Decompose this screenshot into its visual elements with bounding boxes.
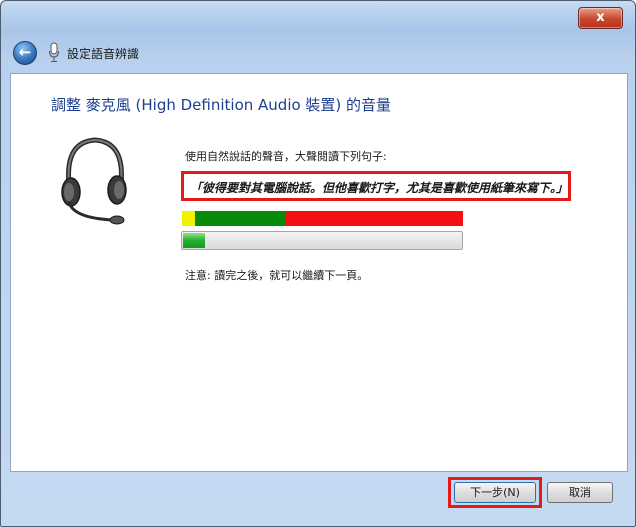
back-arrow-icon: ← (18, 43, 32, 61)
level-meter (182, 211, 463, 226)
sample-sentence: 「彼得要對其電腦說話。但他喜歡打字，尤其是喜歡使用紙筆來寫下。」 (190, 181, 569, 195)
volume-progress-bar (181, 231, 463, 250)
level-low-segment (182, 211, 195, 226)
page-heading: 調整 麥克風 (High Definition Audio 裝置) 的音量 (51, 96, 392, 114)
footer: 下一步(N) 取消 (1, 471, 635, 526)
cancel-button[interactable]: 取消 (547, 482, 613, 503)
sentence-highlight-box: 「彼得要對其電腦說話。但他喜歡打字，尤其是喜歡使用紙筆來寫下。」 (181, 171, 571, 201)
next-button[interactable]: 下一步(N) (454, 482, 536, 503)
level-high-segment (286, 211, 463, 226)
level-good-segment (195, 211, 286, 226)
volume-progress-fill (183, 233, 205, 248)
content-panel: 調整 麥克風 (High Definition Audio 裝置) 的音量 使用… (10, 73, 628, 472)
close-button[interactable]: x (578, 7, 623, 29)
note-text: 注意: 讀完之後，就可以繼續下一頁。 (185, 269, 369, 282)
back-button[interactable]: ← (13, 41, 37, 65)
headset-icon (61, 137, 127, 225)
instruction-text: 使用自然說話的聲音，大聲閱讀下列句子: (185, 150, 387, 163)
dialog-window: x ← 設定語音辨識 調整 麥克風 (High Definition Audio… (0, 0, 636, 527)
window-title: 設定語音辨識 (67, 47, 140, 61)
microphone-icon (49, 42, 59, 62)
